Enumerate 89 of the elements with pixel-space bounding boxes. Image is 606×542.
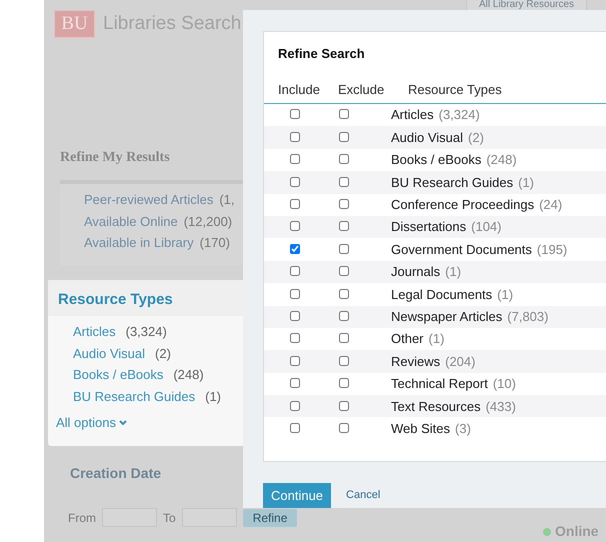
item-count: (1) <box>428 330 444 348</box>
resource-type-label: Journals <box>391 263 440 282</box>
item-count: (3,324) <box>438 106 480 124</box>
checkbox[interactable] <box>290 356 300 366</box>
checkbox[interactable] <box>290 221 300 232</box>
column-header: Resource Types <box>408 80 502 99</box>
resource-type-label: BU Research Guides <box>391 174 514 192</box>
filter-link[interactable]: BU Research Guides <box>73 388 196 404</box>
checkbox[interactable] <box>339 356 349 366</box>
resource-type-label: Audio Visual <box>391 128 464 147</box>
refine-button[interactable]: Refine <box>242 508 298 526</box>
item-count: (12,200) <box>184 214 232 228</box>
checkbox[interactable] <box>339 154 349 164</box>
checkbox[interactable] <box>290 266 300 276</box>
item-count: (2) <box>468 128 484 147</box>
field-label: From <box>68 510 96 526</box>
resource-type-label: Newspaper Articles <box>391 308 502 326</box>
column-header: Include <box>278 80 321 98</box>
checkbox[interactable] <box>290 288 300 299</box>
checkbox[interactable] <box>290 199 300 209</box>
status-dot-icon <box>543 528 551 536</box>
checkbox[interactable] <box>339 422 349 433</box>
resource-type-label: Technical Report <box>391 375 488 394</box>
checkbox[interactable] <box>339 109 349 120</box>
filter-link[interactable]: Available in Library <box>84 235 194 250</box>
item-count: (1) <box>445 263 462 282</box>
item-count: (1) <box>497 286 514 304</box>
item-count: (7,803) <box>507 308 548 326</box>
item-count: (3,324) <box>126 324 167 339</box>
filter-link[interactable]: Available Online <box>84 214 178 228</box>
checkbox[interactable] <box>290 400 300 411</box>
resource-type-label: Text Resources <box>391 398 481 416</box>
checkbox[interactable] <box>339 400 349 411</box>
all-options-link[interactable]: All options <box>56 413 127 433</box>
checkbox[interactable] <box>339 288 349 299</box>
item-count: (1) <box>518 174 534 192</box>
filter-link[interactable]: Peer-reviewed Articles <box>84 192 214 207</box>
section-heading: Creation Date <box>70 464 162 483</box>
checkbox[interactable] <box>339 132 349 142</box>
resource-type-label: Legal Documents <box>391 286 492 304</box>
checkbox[interactable] <box>339 310 349 321</box>
checkbox[interactable] <box>290 310 300 321</box>
item-count: (104) <box>471 218 502 236</box>
item-count: (1) <box>205 388 222 404</box>
item-count: (24) <box>539 196 562 214</box>
checkbox[interactable] <box>290 422 300 433</box>
item-count: (1, <box>219 192 234 207</box>
field-label: To <box>163 510 176 526</box>
checkbox[interactable] <box>339 176 349 187</box>
checkbox[interactable] <box>290 109 300 120</box>
checkbox[interactable] <box>339 244 349 254</box>
checkbox[interactable] <box>339 378 349 388</box>
column-header: Exclude <box>338 80 386 98</box>
chevron-down-icon <box>118 420 127 426</box>
checkbox[interactable] <box>339 266 349 276</box>
cancel-link[interactable]: Cancel <box>346 487 380 504</box>
checkbox[interactable] <box>339 221 349 232</box>
item-count: (2) <box>155 346 171 361</box>
item-count: (248) <box>486 151 517 170</box>
item-count: (248) <box>173 367 204 382</box>
checkbox[interactable] <box>290 176 300 187</box>
checkbox[interactable] <box>339 199 349 209</box>
resource-type-label: Dissertations <box>391 218 466 236</box>
resource-type-label: Reviews <box>391 352 440 371</box>
filter-link[interactable]: Audio Visual <box>73 346 146 361</box>
checkbox[interactable] <box>290 132 300 142</box>
item-count: (204) <box>445 352 476 371</box>
resource-type-label: Conference Proceedings <box>391 196 534 214</box>
checkbox[interactable] <box>290 333 300 344</box>
item-count: (170) <box>200 235 230 250</box>
item-count: (10) <box>492 375 516 394</box>
checkbox[interactable] <box>290 154 300 164</box>
dialog-title: Refine Search <box>278 45 366 63</box>
resource-type-label: Web Sites <box>391 420 450 438</box>
sidebar-heading: Refine My Results <box>60 149 170 167</box>
filter-link[interactable]: Books / eBooks <box>73 367 164 382</box>
continue-button[interactable]: Continue <box>263 483 332 508</box>
item-count: (195) <box>536 240 568 259</box>
resource-type-label: Government Documents <box>391 240 532 259</box>
checkbox[interactable] <box>290 244 300 254</box>
resource-type-label: Books / eBooks <box>391 151 482 170</box>
resource-type-label: Other <box>391 330 424 348</box>
checkbox[interactable] <box>290 378 300 388</box>
item-count: (3) <box>455 420 471 438</box>
resource-type-label: Articles <box>391 106 434 124</box>
checkbox[interactable] <box>339 333 349 344</box>
item-count: (433) <box>486 398 516 416</box>
logo[interactable]: BU <box>54 10 95 38</box>
filter-link[interactable]: Articles <box>73 324 116 339</box>
